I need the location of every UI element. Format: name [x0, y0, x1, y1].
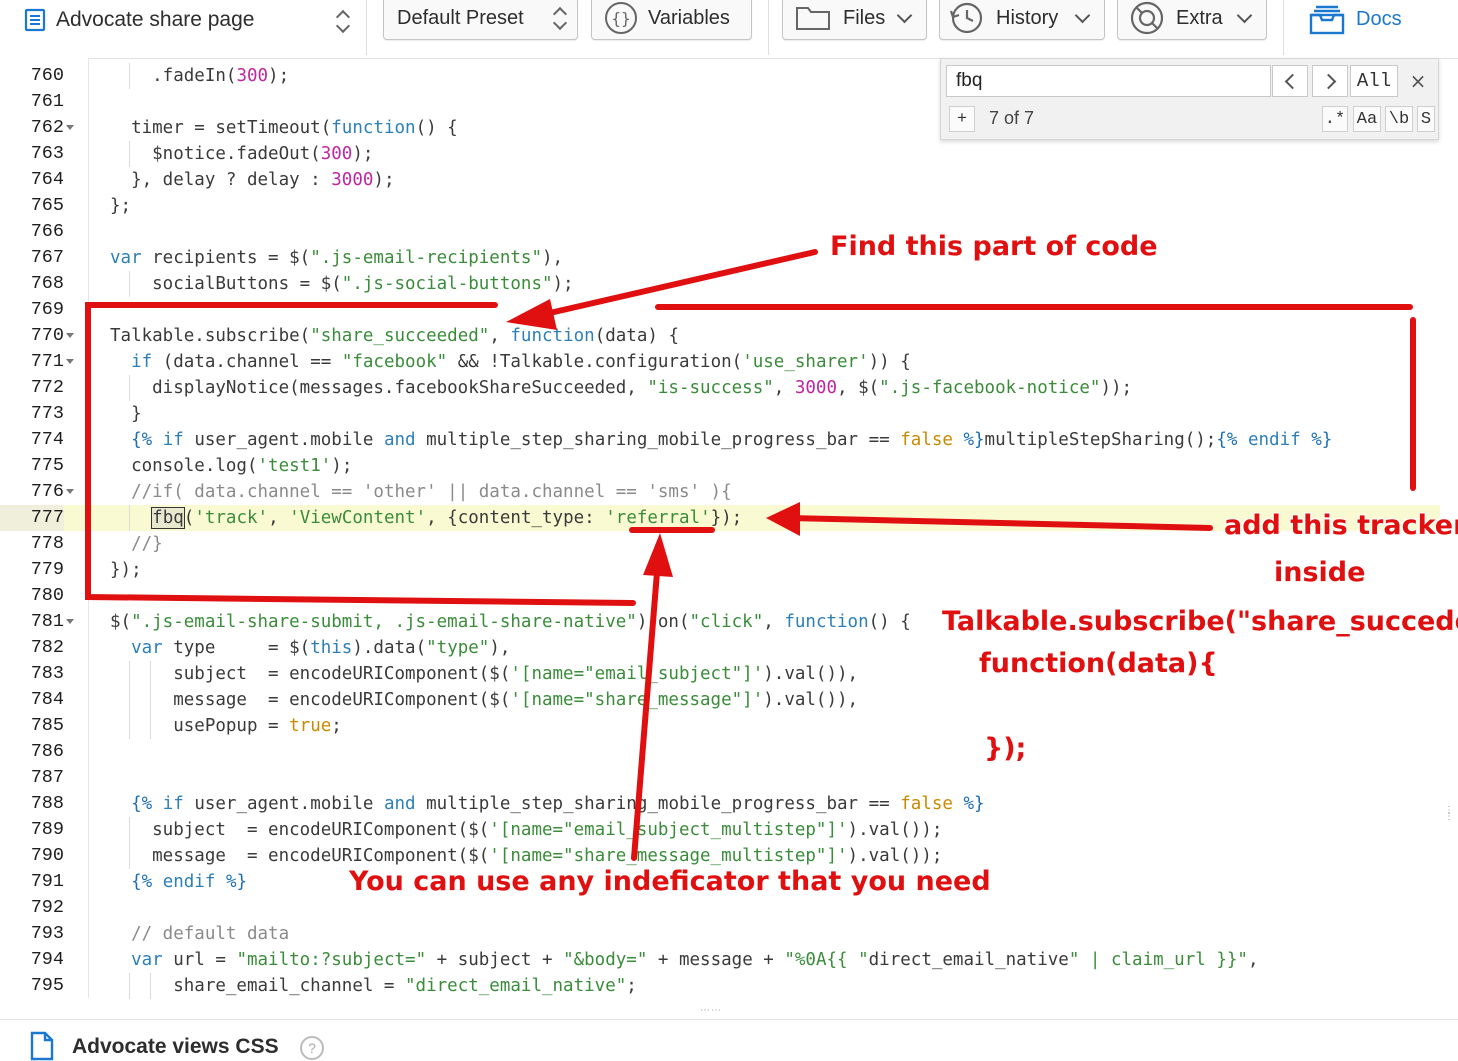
annotation-subscribe-1: Talkable.subscribe("share_succeded", — [942, 606, 1458, 637]
annotation-subscribe-2: function(data){ — [979, 648, 1218, 679]
arrow-add — [787, 515, 1213, 531]
highlight-box-outline — [85, 302, 636, 606]
arrow-head-find — [506, 299, 557, 330]
arrow-head-add — [766, 502, 800, 536]
annotation-add: add this tracker — [1224, 510, 1458, 541]
annotation-subscribe-3: }); — [984, 733, 1027, 764]
annotation-indicator: You can use any indeficator that you nee… — [349, 866, 991, 897]
arrow-head-indicator — [643, 533, 673, 577]
annotation-find: Find this part of code — [830, 231, 1158, 262]
annotation-inside: inside — [1274, 557, 1366, 588]
arrow-indicator — [631, 557, 661, 861]
